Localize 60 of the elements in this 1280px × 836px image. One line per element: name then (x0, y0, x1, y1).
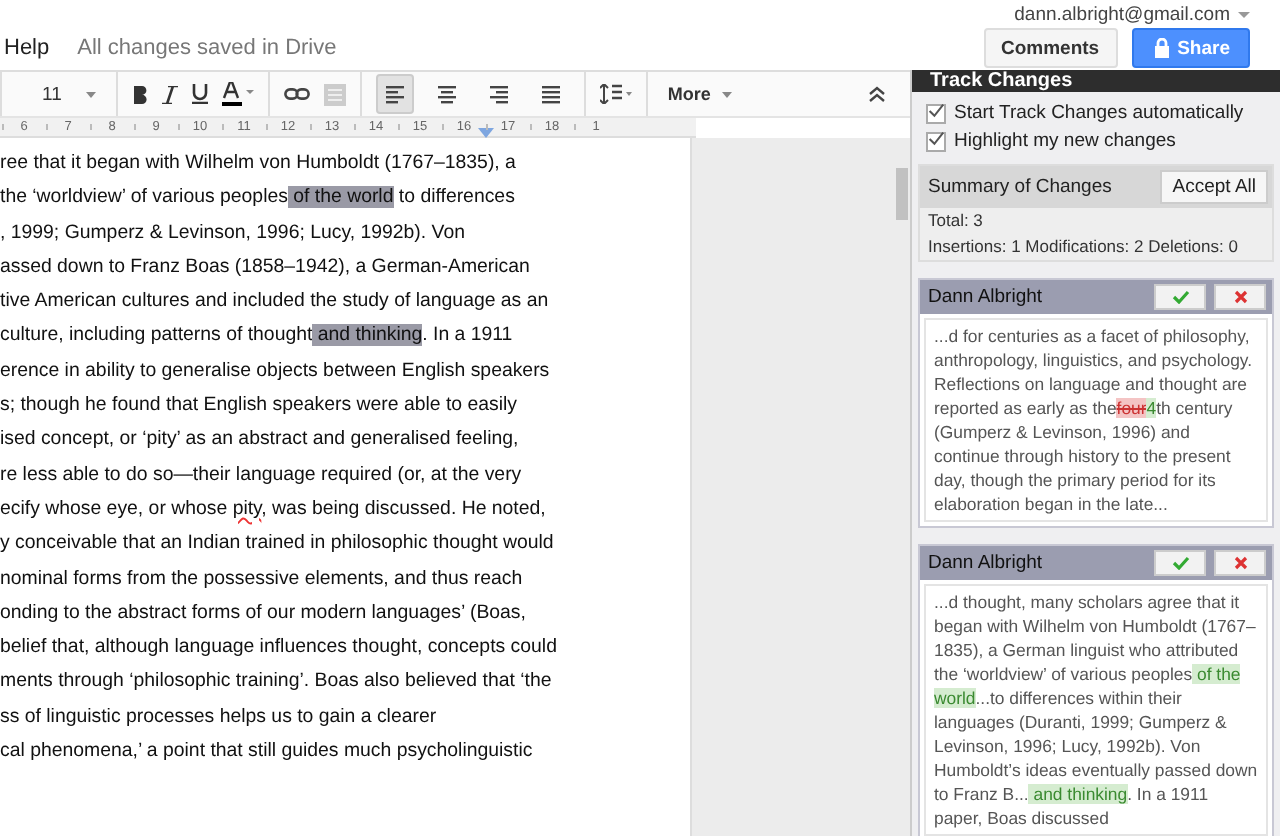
menu-item[interactable]: Help (4, 35, 50, 59)
document-text-line: culture, including patterns of thought and thinking. In a 1911 (0, 322, 515, 351)
reject-change-button[interactable] (1214, 284, 1266, 310)
document-text-line: belief that, although language influences thought, concepts could (0, 634, 559, 663)
document-text-line: y conceivable that an Indian trained in philosophic thought would (0, 530, 556, 559)
align-center-icon (437, 85, 456, 103)
close-icon[interactable] (1233, 290, 1247, 304)
link-icon[interactable] (283, 88, 310, 100)
change-excerpt: ...d for centuries as a facet of philosophy, anthropology, linguistics, and psychology. Reflections on language and thought are reported as early as thefour4th century (Gumperz & Levinson, 1996) and continue through history to the present day, though the primary period for its elaboration began in the late... (924, 318, 1268, 522)
align-left-button[interactable] (375, 74, 414, 114)
document-text-line: ised concept, or ‘pity’ as an abstract and generalised feeling, (0, 426, 521, 455)
document-text-line: ree that it began with Wilhelm von Humboldt (1767–1835), a (0, 150, 518, 178)
check-icon[interactable] (1171, 290, 1189, 304)
align-right-icon (489, 85, 508, 103)
line-spacing-icon[interactable] (599, 84, 632, 104)
document-text-line: re less able to do so—their language required (or, at the very (0, 461, 524, 490)
change-author: Dann Albright (928, 286, 1045, 308)
checkbox[interactable] (926, 103, 946, 123)
document-text-line: ments through ‘philosophic training’. Boas also believed that ‘the (0, 668, 554, 697)
checkbox-label[interactable]: Highlight my new changes (954, 130, 1176, 152)
accept-change-button[interactable] (1154, 284, 1206, 310)
lock-icon[interactable] (1153, 38, 1170, 58)
document-text-line: ecify whose eye, or whose pity, was being discussed. He noted, (0, 495, 548, 524)
font-size-dropdown[interactable]: 11 (36, 74, 102, 114)
summary-total: Total: 3 (926, 208, 985, 234)
document-text-line: the ‘worldview’ of various peoples of the world to differences (0, 184, 517, 213)
checkbox-label[interactable]: Start Track Changes automatically (954, 102, 1244, 124)
underline-icon[interactable] (191, 84, 208, 104)
document-text-line: , 1999; Gumperz & Levinson, 1996; Lucy, 1992b). Von (0, 219, 467, 248)
document-text-line: ss of linguistic processes helps us to gain a clearer (0, 703, 439, 732)
caret-icon[interactable] (722, 91, 733, 97)
italic-icon[interactable] (161, 85, 178, 103)
save-status: All changes saved in Drive (77, 35, 337, 59)
bold-icon[interactable] (131, 85, 148, 103)
summary-counts: Insertions: 1 Modifications: 2 Deletions: 0 (926, 234, 1240, 260)
text-color-icon[interactable] (221, 82, 254, 106)
document-text-line: assed down to Franz Boas (1858–1942), a German-American (0, 253, 532, 282)
summary-title: Summary of Changes (928, 176, 1112, 198)
close-icon[interactable] (1233, 556, 1247, 570)
accept-all-button[interactable]: Accept All (1160, 170, 1268, 204)
comments-button[interactable]: Comments (983, 28, 1118, 68)
document-text-line: onding to the abstract forms of our modern languages’ (Boas, (0, 599, 528, 628)
collapse-icon[interactable] (868, 86, 886, 102)
document-text-line: nominal forms from the possessive elements, and thus reach (0, 565, 525, 594)
accept-change-button[interactable] (1154, 550, 1206, 576)
checkbox[interactable] (926, 131, 946, 151)
align-left-icon (385, 85, 404, 103)
align-justify-icon (541, 85, 560, 103)
document-text-line: cal phenomena,’ a point that still guides much psycholinguistic (0, 738, 535, 767)
reject-change-button[interactable] (1214, 550, 1266, 576)
document-text-line: s; though he found that English speakers were able to easily (0, 392, 519, 421)
change-excerpt: ...d thought, many scholars agree that it began with Wilhelm von Humboldt (1767–1835), a German linguist who attributed the ‘worldview’ of various peoples of the world...to differences within their languages (Duranti, 1999; Gumperz & Levinson, 1996; Lucy, 1992b). Von Humboldt’s ideas eventually passed down to Franz B... and thinking. In a 1911 paper, Boas discussed (924, 584, 1268, 836)
change-author: Dann Albright (928, 552, 1045, 574)
panel-title: Track Changes (912, 70, 1280, 92)
caret-icon[interactable] (85, 91, 96, 97)
document-text-line: tive American cultures and included the study of language as an (0, 288, 551, 317)
scrollbar-thumb[interactable] (896, 168, 908, 220)
check-icon[interactable] (1171, 556, 1189, 570)
document-text-line: erence in ability to generalise objects between English speakers (0, 357, 552, 386)
more-dropdown[interactable]: More (661, 74, 739, 114)
